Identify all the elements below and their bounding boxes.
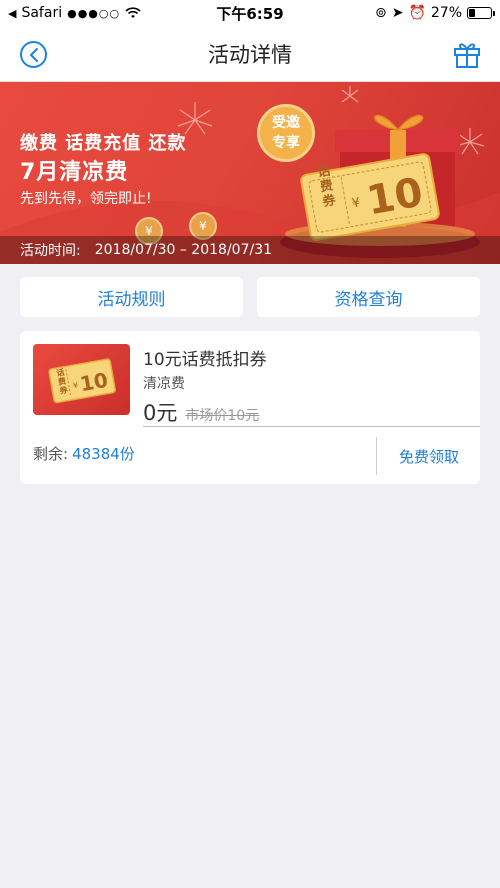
- remaining-label: 剩余:: [33, 445, 69, 463]
- coupon-price-row: 0元 市场价10元: [143, 397, 259, 427]
- activity-time-bar: 活动时间: 2018/07/30 – 2018/07/31: [0, 236, 500, 264]
- remaining-value: 48384份: [72, 445, 135, 463]
- coupon-title: 10元话费抵扣券: [143, 350, 267, 370]
- chevron-left-icon: [29, 47, 38, 62]
- page-title: 活动详情: [208, 42, 292, 67]
- badge-line1: 受邀: [272, 115, 300, 131]
- rules-button[interactable]: 活动规则: [20, 277, 243, 317]
- banner-line2: 7月清凉费: [20, 160, 129, 185]
- invited-exclusive-badge: 受邀 专享: [257, 104, 315, 162]
- location-icon: ➤: [391, 5, 404, 21]
- back-button[interactable]: [20, 41, 47, 68]
- banner-line1: 缴费 话费充值 还款: [20, 133, 187, 154]
- ticket-value: 10: [363, 169, 427, 225]
- status-bar: ◀ Safari ●●●○○ 下午6:59 ⊚ ➤ ⏰ 27%: [0, 0, 500, 26]
- claim-free-button[interactable]: 免费领取: [378, 437, 480, 475]
- coin-symbol: ¥: [199, 219, 207, 233]
- promo-banner: 话费券 ¥ 10 受邀 专享 ¥ ¥ 缴费 话费充值 还款 7月清凉费 先到先得…: [0, 82, 500, 264]
- action-buttons: 活动规则 资格查询: [20, 277, 480, 317]
- banner-line3: 先到先得，领完即止!: [20, 191, 152, 207]
- coupon-price: 0元: [143, 401, 178, 425]
- coupon-card: 话费券 ¥ 10 10元话费抵扣券 清凉费 0元 市场价10元 剩余: 4838…: [20, 331, 480, 484]
- alarm-icon: ⏰: [408, 5, 426, 21]
- signal-icon: ●●●○○: [67, 6, 121, 20]
- qualification-query-button[interactable]: 资格查询: [257, 277, 480, 317]
- battery-fill: [469, 9, 475, 17]
- thumb-ticket-value: 10: [78, 367, 110, 397]
- badge-line2: 专享: [272, 135, 300, 151]
- coupon-subtitle: 清凉费: [143, 376, 185, 392]
- orientation-lock-icon: ⊚: [374, 5, 387, 21]
- vertical-divider: [376, 437, 377, 475]
- battery-percent: 27%: [430, 5, 462, 21]
- activity-time-label: 活动时间:: [20, 243, 81, 259]
- navigation-bar: 活动详情: [0, 26, 500, 82]
- coupon-market-price: 市场价10元: [185, 408, 260, 424]
- battery-icon: [467, 7, 495, 19]
- back-arrow-icon[interactable]: ◀: [8, 7, 16, 20]
- coupon-thumbnail: 话费券 ¥ 10: [33, 344, 130, 415]
- remaining-info: 剩余: 48384份: [33, 443, 135, 464]
- wifi-icon: [125, 7, 141, 18]
- card-divider: [143, 426, 480, 427]
- back-app-label[interactable]: Safari: [21, 5, 62, 21]
- activity-time-value: 2018/07/30 – 2018/07/31: [94, 242, 273, 258]
- gift-icon[interactable]: [452, 39, 482, 69]
